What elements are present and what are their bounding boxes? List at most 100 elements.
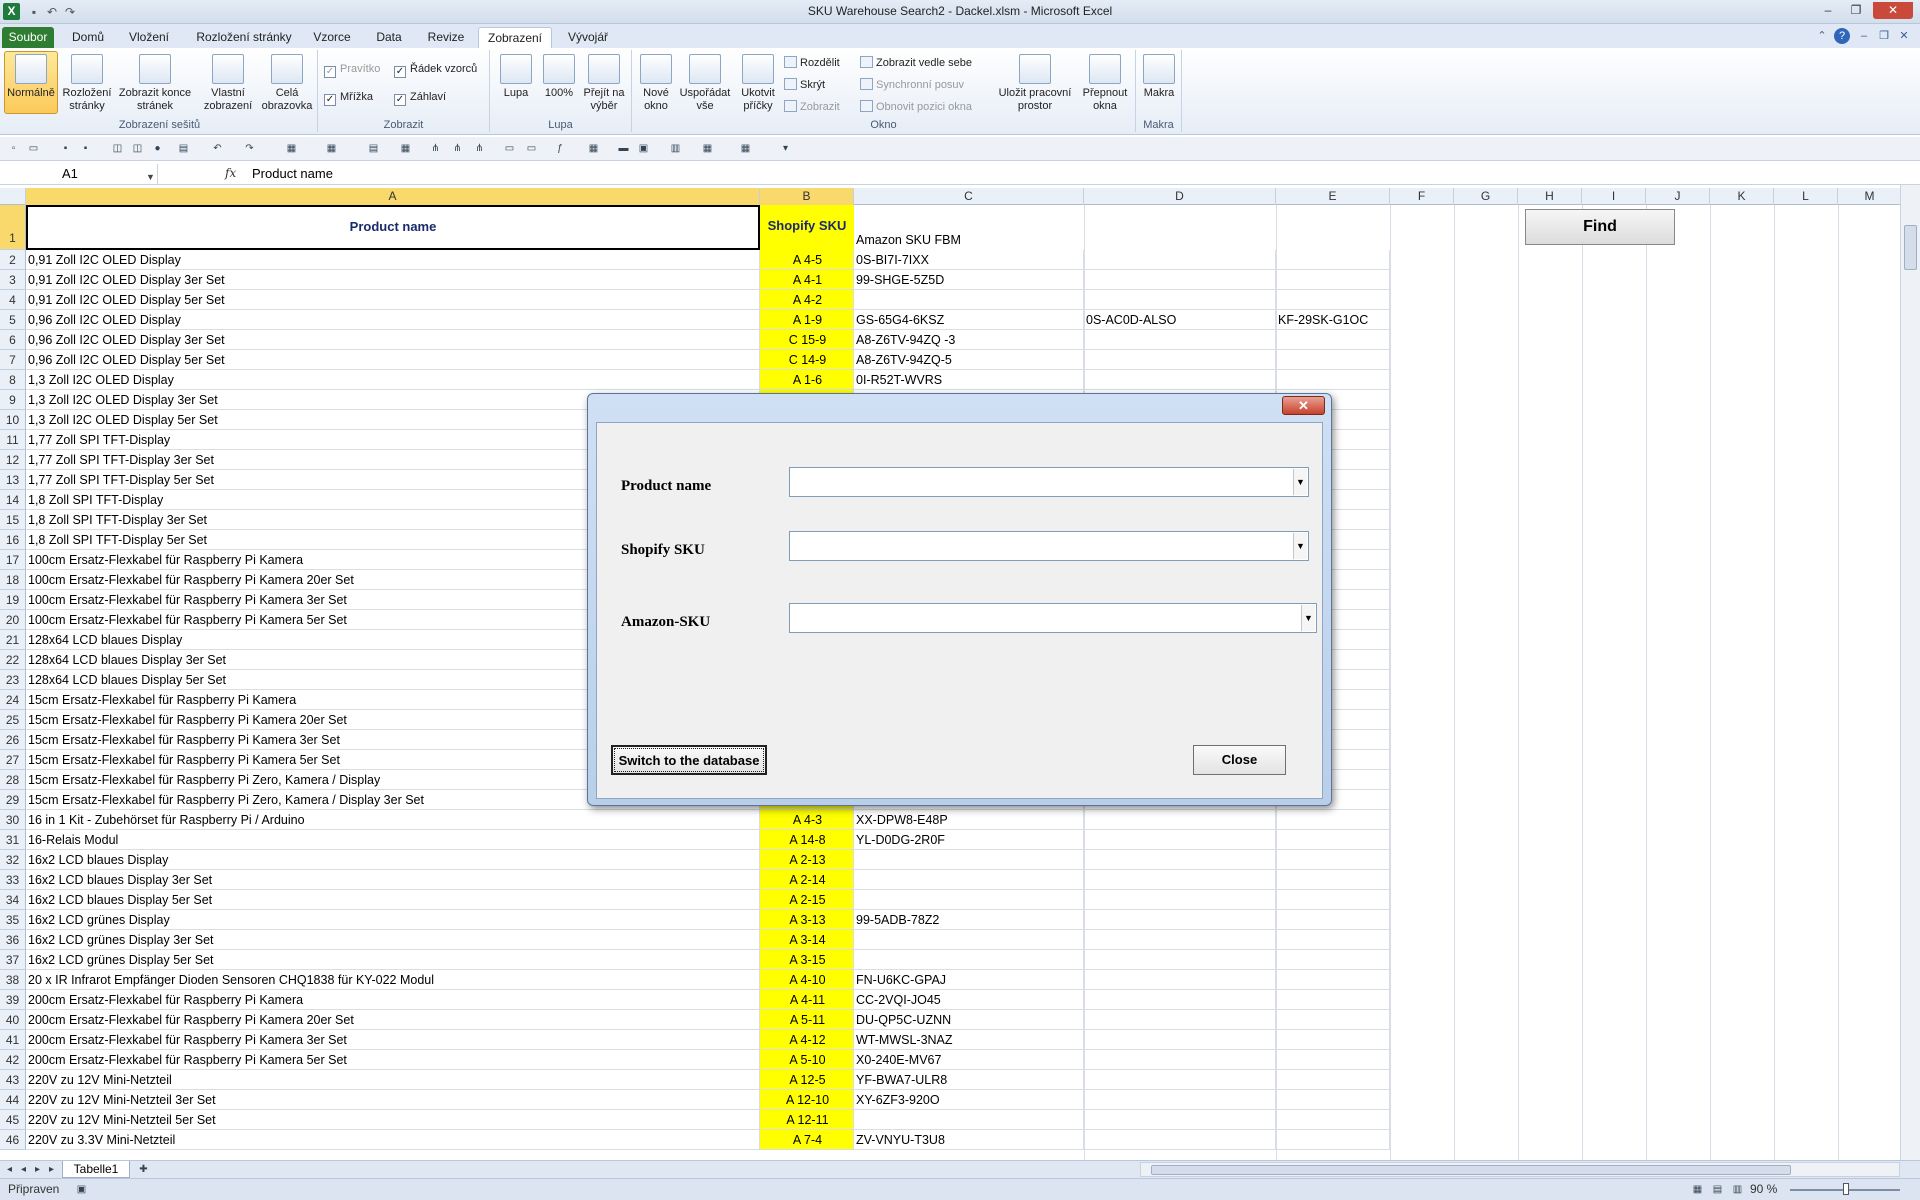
web-icon[interactable]: ● [150, 141, 165, 156]
cell-product-name[interactable]: 200cm Ersatz-Flexkabel für Raspberry Pi … [26, 1010, 760, 1030]
headings-checkbox[interactable]: ✓ Záhlaví [394, 90, 446, 106]
page-break-icon[interactable]: ▥ [1730, 1182, 1745, 1197]
cell-d[interactable] [1084, 890, 1276, 910]
tab-file[interactable]: Soubor [2, 27, 54, 48]
hide-button[interactable]: Skrýt [784, 78, 825, 92]
cell-amazon-sku[interactable]: A8-Z6TV-94ZQ-5 [854, 350, 1084, 370]
column-header-f[interactable]: F [1390, 188, 1454, 205]
cell-amazon-sku[interactable]: X0-240E-MV67 [854, 1050, 1084, 1070]
cell-product-name[interactable]: 16x2 LCD grünes Display 3er Set [26, 930, 760, 950]
cell-e[interactable] [1276, 1050, 1390, 1070]
row-header[interactable]: 11 [0, 430, 26, 450]
row-header[interactable]: 30 [0, 810, 26, 830]
save-icon[interactable]: ▪ [58, 141, 73, 156]
cell-e[interactable] [1276, 950, 1390, 970]
cell-shopify-sku[interactable]: A 12-11 [760, 1110, 854, 1130]
cell-amazon-sku[interactable]: YL-D0DG-2R0F [854, 830, 1084, 850]
cell-amazon-sku[interactable] [854, 290, 1084, 310]
row-header[interactable]: 13 [0, 470, 26, 490]
doc-close-icon[interactable]: ✕ [1896, 28, 1912, 44]
row-header[interactable]: 45 [0, 1110, 26, 1130]
formula-bar-checkbox[interactable]: ✓ Řádek vzorců [394, 62, 477, 78]
cell-amazon-sku[interactable]: A8-Z6TV-94ZQ -3 [854, 330, 1084, 350]
cell-shopify-sku[interactable]: A 4-2 [760, 290, 854, 310]
column-header-a[interactable]: A [26, 188, 760, 205]
cell-shopify-sku[interactable]: A 4-5 [760, 250, 854, 270]
undo-icon[interactable]: ↶ [210, 141, 225, 156]
column-header-d[interactable]: D [1084, 188, 1276, 205]
switch-to-database-button[interactable]: Switch to the database [611, 745, 767, 775]
row-header[interactable]: 20 [0, 610, 26, 630]
cell-d[interactable] [1084, 910, 1276, 930]
cell-d[interactable] [1084, 1090, 1276, 1110]
zoom-slider-knob[interactable] [1843, 1183, 1849, 1195]
help-icon[interactable]: ? [1834, 28, 1850, 44]
cell-e[interactable] [1276, 850, 1390, 870]
cell-product-name[interactable]: 220V zu 12V Mini-Netzteil 3er Set [26, 1090, 760, 1110]
header-amazon-sku-fbm[interactable]: Amazon SKU FBM [854, 205, 1084, 250]
row-header[interactable]: 7 [0, 350, 26, 370]
chart-icon[interactable]: ▥ [668, 141, 683, 156]
cell-product-name[interactable]: 0,91 Zoll I2C OLED Display [26, 250, 760, 270]
image-icon[interactable]: ▣ [636, 141, 651, 156]
cell-d[interactable] [1084, 870, 1276, 890]
cell-shopify-sku[interactable]: A 12-5 [760, 1070, 854, 1090]
cell-e[interactable] [1276, 1010, 1390, 1030]
unhide-button[interactable]: Zobrazit [784, 100, 840, 114]
row-header[interactable]: 36 [0, 930, 26, 950]
find-button[interactable]: Find [1525, 209, 1675, 245]
freeze-panes-button[interactable]: Ukotvit příčky [734, 52, 782, 113]
header-product-name[interactable]: Product name [26, 205, 760, 250]
row-header[interactable]: 31 [0, 830, 26, 850]
row-header[interactable]: 2 [0, 250, 26, 270]
row-header[interactable]: 32 [0, 850, 26, 870]
cell-shopify-sku[interactable]: A 2-15 [760, 890, 854, 910]
doc-minimize-icon[interactable]: – [1856, 28, 1872, 44]
cell-e[interactable] [1276, 1090, 1390, 1110]
cell-d[interactable] [1084, 990, 1276, 1010]
cell-d[interactable] [1084, 1030, 1276, 1050]
cell-d[interactable] [1084, 350, 1276, 370]
page-layout-button[interactable]: Rozložení stránky [60, 52, 114, 113]
row-header[interactable]: 38 [0, 970, 26, 990]
cell-e[interactable] [1276, 890, 1390, 910]
close-icon[interactable]: ✕ [1282, 396, 1325, 415]
row-header[interactable]: 33 [0, 870, 26, 890]
chevron-down-icon[interactable]: ▼ [1293, 533, 1307, 559]
cell-e[interactable] [1276, 1070, 1390, 1090]
row-header[interactable]: 39 [0, 990, 26, 1010]
row-header[interactable]: 24 [0, 690, 26, 710]
cell-shopify-sku[interactable]: A 3-15 [760, 950, 854, 970]
cell-d[interactable] [1084, 250, 1276, 270]
row-header[interactable]: 16 [0, 530, 26, 550]
print-preview-icon[interactable]: ◫ [110, 141, 125, 156]
cell-shopify-sku[interactable]: A 4-3 [760, 810, 854, 830]
column-header-l[interactable]: L [1774, 188, 1838, 205]
cell-shopify-sku[interactable]: A 2-14 [760, 870, 854, 890]
macro-record-icon[interactable]: ▣ [74, 1182, 89, 1197]
row-header[interactable]: 19 [0, 590, 26, 610]
cell-shopify-sku[interactable]: A 3-14 [760, 930, 854, 950]
cell-e[interactable] [1276, 370, 1390, 390]
ruler-checkbox[interactable]: ✓ Pravítko [324, 62, 380, 78]
row-header[interactable]: 22 [0, 650, 26, 670]
cell-e[interactable] [1276, 830, 1390, 850]
cell-product-name[interactable]: 220V zu 12V Mini-Netzteil [26, 1070, 760, 1090]
row-header[interactable]: 3 [0, 270, 26, 290]
cell-product-name[interactable]: 16 in 1 Kit - Zubehörset für Raspberry P… [26, 810, 760, 830]
cell-shopify-sku[interactable]: A 4-11 [760, 990, 854, 1010]
cell-product-name[interactable]: 0,96 Zoll I2C OLED Display 5er Set [26, 350, 760, 370]
cell-amazon-sku[interactable]: 0S-BI7I-7IXX [854, 250, 1084, 270]
row-header[interactable]: 40 [0, 1010, 26, 1030]
cell-amazon-sku[interactable] [854, 1110, 1084, 1130]
row-header-1[interactable]: 1 [0, 205, 26, 250]
tree2-icon[interactable]: ⋔ [450, 141, 465, 156]
cell-shopify-sku[interactable]: A 2-13 [760, 850, 854, 870]
row-header[interactable]: 12 [0, 450, 26, 470]
new-window-button[interactable]: Nové okno [636, 52, 676, 113]
new-sheet-icon[interactable]: ✚ [136, 1162, 151, 1177]
cell-d[interactable]: 0S-AC0D-ALSO [1084, 310, 1276, 330]
row-header[interactable]: 41 [0, 1030, 26, 1050]
cell-e[interactable] [1276, 1030, 1390, 1050]
row-header[interactable]: 27 [0, 750, 26, 770]
